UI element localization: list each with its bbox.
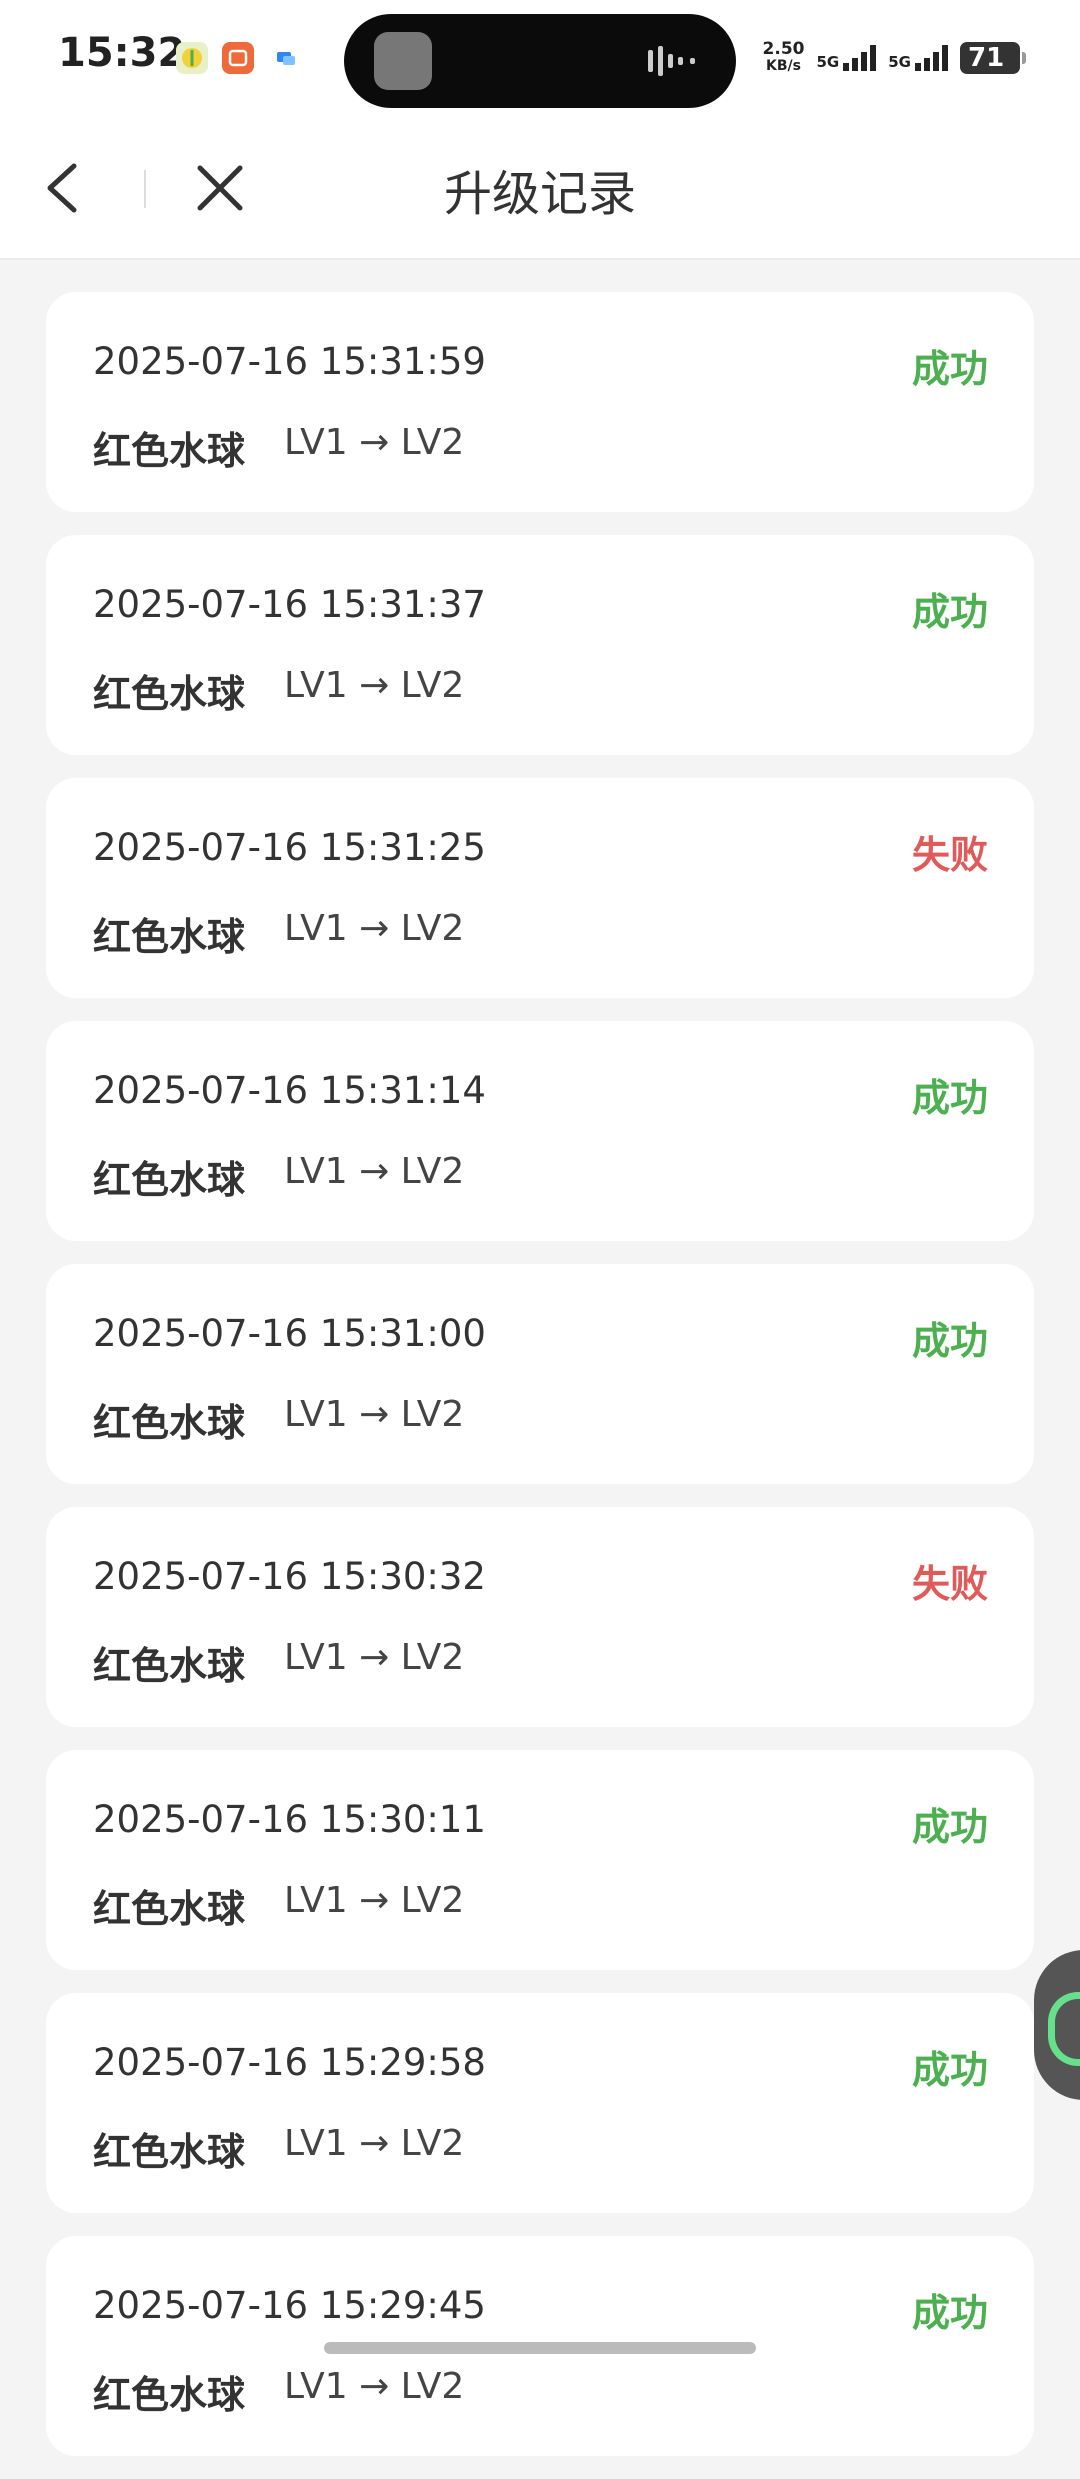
home-indicator[interactable] xyxy=(324,2342,756,2354)
dynamic-island[interactable] xyxy=(344,14,736,108)
record-item-name: 红色水球 xyxy=(93,1887,246,1931)
record-card[interactable]: 2025-07-16 15:31:37 成功红色水球 LV1 → LV2 xyxy=(46,535,1034,755)
record-card[interactable]: 2025-07-16 15:31:14 成功红色水球 LV1 → LV2 xyxy=(46,1021,1034,1241)
network-type-label: 5G xyxy=(816,53,840,71)
network-speed-unit: KB/s xyxy=(766,58,801,74)
record-item-name: 红色水球 xyxy=(93,2130,246,2174)
record-time: 2025-07-16 15:30:11 xyxy=(93,1798,486,1841)
record-level-change: LV1 → LV2 xyxy=(284,665,465,706)
record-time: 2025-07-16 15:31:14 xyxy=(93,1069,486,1112)
record-level-change: LV1 → LV2 xyxy=(284,1880,465,1921)
upgrade-record-list[interactable]: 2025-07-16 15:31:59 成功 红色水球 LV1 → LV2 2025-0… xyxy=(46,292,1034,2479)
status-bar: 15:32 2.50 KB/s 5G 5G 71 xyxy=(0,0,1080,124)
record-level-change: LV1 → LV2 xyxy=(284,908,465,949)
battery-level: 71 xyxy=(968,43,1005,73)
record-level-change: LV1 → LV2 xyxy=(284,1394,465,1435)
record-level-change: LV1 → LV2 xyxy=(284,2123,465,2164)
taobao-icon xyxy=(222,42,254,74)
network-speed-value: 2.50 xyxy=(762,39,805,59)
network-speed: 2.50 KB/s xyxy=(763,41,805,75)
record-level-change: LV1 → LV2 xyxy=(284,1151,465,1192)
battery-icon: 71 xyxy=(960,42,1026,74)
record-item-name: 红色水球 xyxy=(93,1401,246,1445)
record-card[interactable]: 2025-07-16 15:31:25 失败红色水球 LV1 → LV2 xyxy=(46,778,1034,998)
record-status: 成功 xyxy=(911,2291,988,2335)
record-item-name: 红色水球 xyxy=(93,1158,246,1202)
nav-bar: 升级记录 xyxy=(0,124,1080,260)
record-status: 失败 xyxy=(911,833,988,877)
record-item-name: 红色水球 xyxy=(93,429,246,473)
phone-icon xyxy=(1048,1992,1080,2066)
record-card[interactable]: 2025-07-16 15:29:58 成功红色水球 LV1 → LV2 xyxy=(46,1993,1034,2213)
record-time: 2025-07-16 15:30:32 xyxy=(93,1555,486,1598)
record-card[interactable]: 2025-07-16 15:30:32 失败红色水球 LV1 → LV2 xyxy=(46,1507,1034,1727)
record-item-name: 红色水球 xyxy=(93,2373,246,2417)
signal-bars-icon xyxy=(843,45,877,71)
record-level-change: LV1 → LV2 xyxy=(284,422,465,463)
record-item-name: 红色水球 xyxy=(93,1644,246,1688)
record-level-change: LV1 → LV2 xyxy=(284,1637,465,1678)
record-time: 2025-07-16 15:31:00 xyxy=(93,1312,486,1355)
network-type-label: 5G xyxy=(888,53,911,71)
record-item-name: 红色水球 xyxy=(93,672,246,716)
record-status: 失败 xyxy=(911,1562,988,1606)
status-icons: 2.50 KB/s 5G 5G 71 xyxy=(763,36,1026,80)
record-item-name: 红色水球 xyxy=(93,915,246,959)
record-time: 2025-07-16 15:29:58 xyxy=(93,2041,486,2084)
media-thumbnail xyxy=(374,32,432,90)
page-title: 升级记录 xyxy=(443,166,636,222)
record-status: 成功 xyxy=(911,347,988,391)
record-card[interactable]: 2025-07-16 15:31:59 成功红色水球 LV1 → LV2 xyxy=(46,292,1034,512)
record-level-change: LV1 → LV2 xyxy=(284,2366,465,2407)
record-time: 2025-07-16 15:31:59 xyxy=(93,340,486,383)
record-status: 成功 xyxy=(911,590,988,634)
signal-2: 5G xyxy=(888,45,948,71)
record-card[interactable]: 2025-07-16 15:30:11 成功红色水球 LV1 → LV2 xyxy=(46,1750,1034,1970)
record-card[interactable]: 2025-07-16 15:31:00 成功红色水球 LV1 → LV2 xyxy=(46,1264,1034,1484)
record-status: 成功 xyxy=(911,2048,988,2092)
signal-bars-icon xyxy=(915,45,948,71)
lemon-app-icon xyxy=(176,42,208,74)
record-status: 成功 xyxy=(911,1319,988,1363)
status-time: 15:32 xyxy=(58,30,186,76)
floating-assistant-button[interactable] xyxy=(1034,1950,1080,2100)
record-time: 2025-07-16 15:31:37 xyxy=(93,583,486,626)
record-time: 2025-07-16 15:31:25 xyxy=(93,826,486,869)
record-status: 成功 xyxy=(911,1076,988,1120)
audio-wave-icon xyxy=(648,46,695,76)
record-status: 成功 xyxy=(911,1805,988,1849)
record-time: 2025-07-16 15:29:45 xyxy=(93,2284,486,2327)
message-app-icon xyxy=(270,42,302,74)
signal-1: 5G xyxy=(817,45,877,71)
